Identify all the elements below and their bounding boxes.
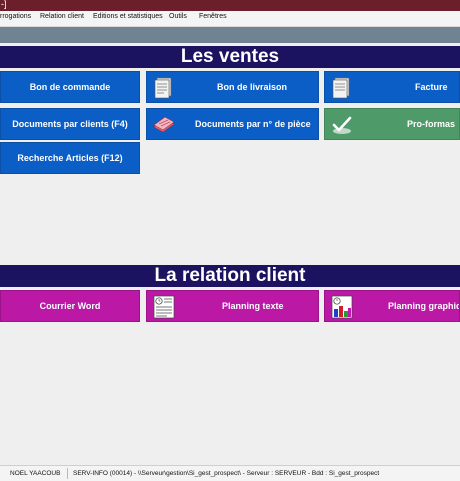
facture-button[interactable]: Facture	[324, 71, 460, 103]
window-title: -]	[1, 0, 7, 9]
menu-editions-statistiques[interactable]: Editions et statistiques	[93, 13, 163, 20]
invoice-document-icon	[332, 77, 350, 99]
menu-outils[interactable]: Outils	[169, 13, 187, 20]
documents-par-clients-button[interactable]: Documents par clients (F4)	[0, 108, 140, 140]
status-bar: NOEL YAACOUB SERV-INFO (00014) - \\Serve…	[0, 465, 460, 481]
menu-fenetres[interactable]: Fenêtres	[199, 13, 227, 20]
planning-graphique-label: Planning graphiq	[388, 301, 460, 311]
courrier-word-label: Courrier Word	[39, 301, 101, 311]
status-user: NOEL YAACOUB	[10, 470, 61, 477]
bon-de-livraison-button[interactable]: Bon de livraison	[146, 71, 319, 103]
section-title-ventes: Les ventes	[0, 46, 460, 68]
planning-texte-label: Planning texte	[222, 301, 284, 311]
facture-label: Facture	[415, 82, 448, 92]
checkmark-icon	[332, 116, 352, 134]
bon-de-commande-button[interactable]: Bon de commande	[0, 71, 140, 103]
menu-interrogations[interactable]: rrogations	[0, 13, 31, 20]
planning-graphique-button[interactable]: Planning graphiq	[324, 290, 460, 322]
status-divider	[67, 468, 68, 479]
section-title-relation-client: La relation client	[0, 265, 460, 287]
documents-par-piece-label: Documents par n° de pièce	[195, 119, 311, 129]
bon-de-livraison-label: Bon de livraison	[217, 82, 288, 92]
documents-par-clients-label: Documents par clients (F4)	[12, 119, 128, 129]
pro-formas-label: Pro-formas	[407, 119, 456, 129]
planning-texte-button[interactable]: Planning texte	[146, 290, 319, 322]
window-titlebar: -]	[0, 0, 460, 11]
courrier-word-button[interactable]: Courrier Word	[0, 290, 140, 322]
bar-chart-planning-icon	[331, 295, 353, 319]
pro-formas-button[interactable]: Pro-formas	[324, 108, 460, 140]
menu-bar: rrogations Relation client Editions et s…	[0, 11, 460, 27]
menu-relation-client[interactable]: Relation client	[40, 13, 84, 20]
document-stack-icon	[154, 77, 172, 99]
toolbar-strip	[0, 27, 460, 43]
recherche-articles-button[interactable]: Recherche Articles (F12)	[0, 142, 140, 174]
status-connection-info: SERV-INFO (00014) - \\Serveur\gestion\Si…	[73, 470, 380, 477]
documents-par-piece-button[interactable]: Documents par n° de pièce	[146, 108, 319, 140]
planning-calendar-icon	[153, 295, 175, 319]
pink-documents-icon	[153, 116, 175, 133]
recherche-articles-label: Recherche Articles (F12)	[17, 153, 123, 163]
bon-de-commande-label: Bon de commande	[29, 82, 111, 92]
